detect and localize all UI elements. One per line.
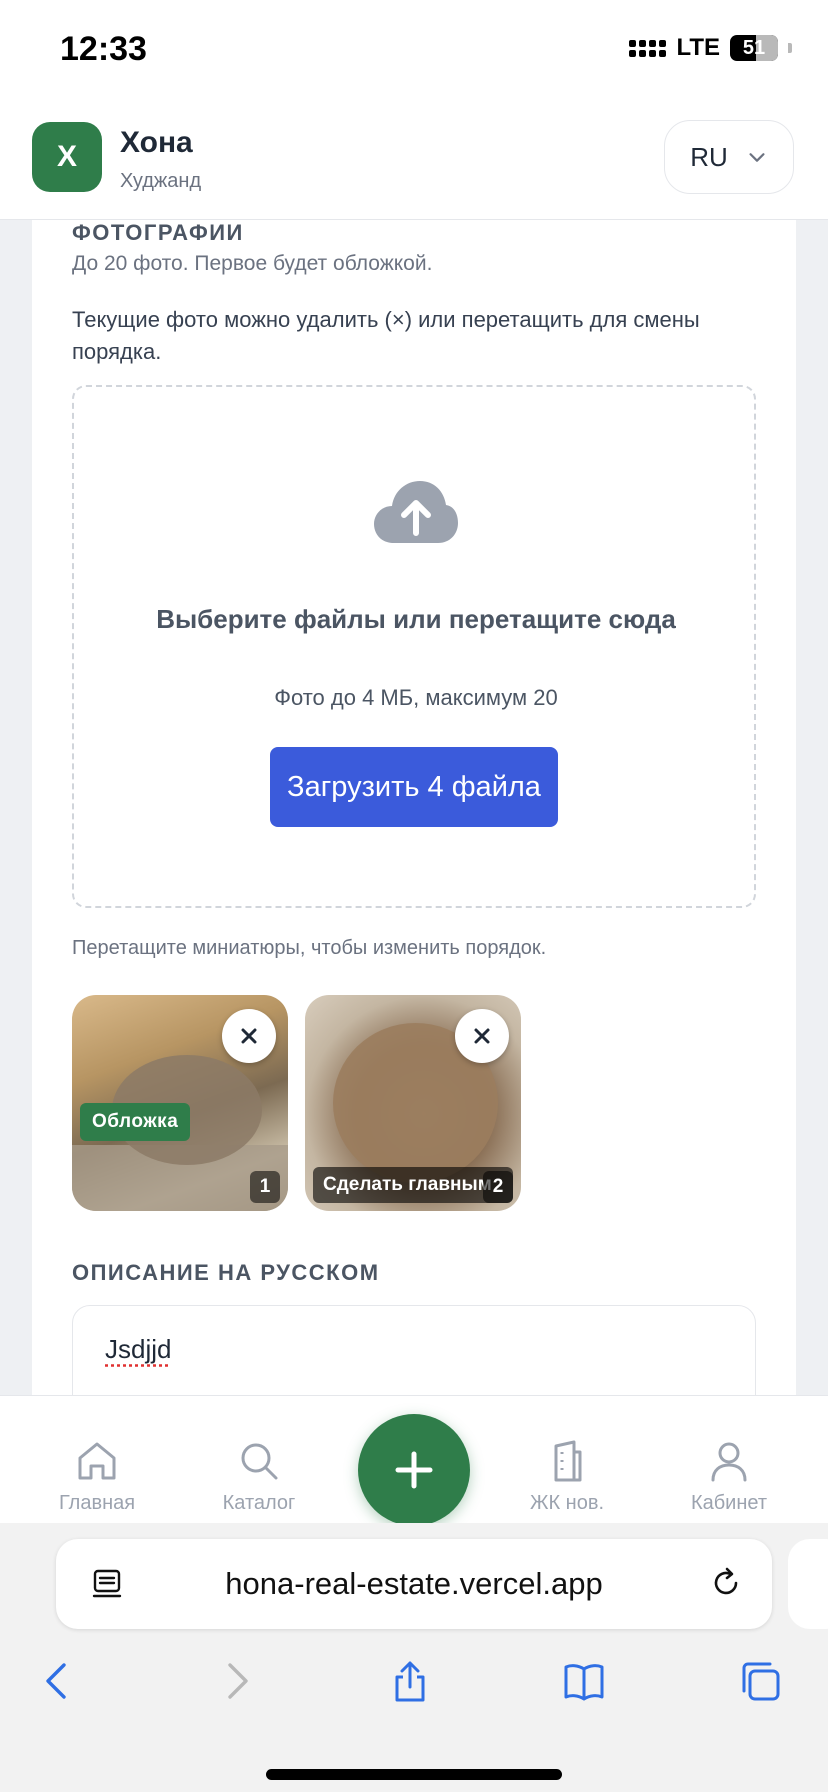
add-listing-button[interactable] xyxy=(358,1414,470,1526)
bookmarks-button[interactable] xyxy=(556,1653,612,1709)
photos-note: Текущие фото можно удалить (×) или перет… xyxy=(72,304,772,368)
dropzone-title: Выберите файлы или перетащите сюда xyxy=(134,599,698,639)
reader-icon[interactable] xyxy=(90,1567,124,1601)
dropzone-subtitle: Фото до 4 МБ, максимум 20 xyxy=(134,685,698,711)
chevron-right-icon xyxy=(214,1659,258,1703)
photos-section-title: ФОТОГРАФИИ xyxy=(72,220,244,246)
nav-item-account[interactable]: Кабинет xyxy=(664,1438,794,1515)
browser-chrome: hona-real-estate.vercel.app xyxy=(0,1523,828,1792)
close-icon xyxy=(240,1027,258,1045)
description-label: ОПИСАНИЕ НА РУССКОМ xyxy=(72,1260,380,1286)
brand-name[interactable]: Хона xyxy=(120,126,193,160)
next-tab-preview[interactable] xyxy=(788,1539,828,1629)
remove-photo-button[interactable] xyxy=(455,1009,509,1063)
tabs-button[interactable] xyxy=(732,1653,788,1709)
signal-icon xyxy=(629,40,666,57)
back-button[interactable] xyxy=(30,1653,86,1709)
book-icon xyxy=(562,1659,606,1703)
battery-level: 51 xyxy=(743,37,765,60)
status-bar: 12:33 LTE 51 xyxy=(0,0,828,100)
upload-dropzone[interactable]: Выберите файлы или перетащите сюда Фото … xyxy=(72,385,756,908)
upload-files-button[interactable]: Загрузить 4 файла xyxy=(270,747,558,827)
user-icon xyxy=(706,1438,752,1484)
share-icon xyxy=(388,1659,432,1703)
battery-icon: 51 xyxy=(730,35,778,61)
tabs-icon xyxy=(738,1659,782,1703)
logo[interactable]: Х xyxy=(32,122,102,192)
bottom-nav: Главная Каталог ЖК нов. Кабинет xyxy=(0,1395,828,1523)
photos-hint: До 20 фото. Первое будет обложкой. xyxy=(72,252,432,276)
chevron-down-icon xyxy=(746,146,768,168)
close-icon xyxy=(473,1027,491,1045)
home-indicator xyxy=(266,1769,562,1780)
form-card: ФОТОГРАФИИ До 20 фото. Первое будет обло… xyxy=(32,220,796,1395)
url-text[interactable]: hona-real-estate.vercel.app xyxy=(146,1566,682,1602)
reorder-hint: Перетащите миниатюры, чтобы изменить пор… xyxy=(72,937,546,960)
battery-nub xyxy=(788,43,792,53)
share-button[interactable] xyxy=(382,1653,438,1709)
chevron-left-icon xyxy=(36,1659,80,1703)
nav-label: Главная xyxy=(32,1492,162,1515)
nav-label: Каталог xyxy=(194,1492,324,1515)
status-time: 12:33 xyxy=(60,30,147,69)
photo-order-number: 2 xyxy=(483,1171,513,1203)
nav-item-new-buildings[interactable]: ЖК нов. xyxy=(502,1438,632,1515)
forward-button[interactable] xyxy=(208,1653,264,1709)
nav-label: ЖК нов. xyxy=(502,1492,632,1515)
building-icon xyxy=(544,1438,590,1484)
language-select[interactable]: RU xyxy=(664,120,794,194)
status-indicators: LTE 51 xyxy=(629,34,792,62)
home-icon xyxy=(74,1438,120,1484)
nav-item-catalog[interactable]: Каталог xyxy=(194,1438,324,1515)
brand-city: Худжанд xyxy=(120,170,201,193)
app-header: Х Хона Худжанд RU xyxy=(0,100,828,220)
photo-order-number: 1 xyxy=(250,1171,280,1203)
description-value: Jsdjjd xyxy=(105,1334,171,1364)
cloud-upload-icon xyxy=(372,477,460,547)
search-icon xyxy=(236,1438,282,1484)
language-value: RU xyxy=(690,142,728,173)
plus-icon xyxy=(394,1450,434,1490)
photo-thumbnail[interactable]: Обложка 1 xyxy=(72,995,288,1211)
network-label: LTE xyxy=(676,34,720,62)
nav-label: Кабинет xyxy=(664,1492,794,1515)
nav-item-home[interactable]: Главная xyxy=(32,1438,162,1515)
address-bar[interactable]: hona-real-estate.vercel.app xyxy=(56,1539,772,1629)
remove-photo-button[interactable] xyxy=(222,1009,276,1063)
photo-thumbnail[interactable]: Сделать главным 2 xyxy=(305,995,521,1211)
cover-badge: Обложка xyxy=(80,1103,190,1141)
reload-icon[interactable] xyxy=(708,1565,744,1601)
